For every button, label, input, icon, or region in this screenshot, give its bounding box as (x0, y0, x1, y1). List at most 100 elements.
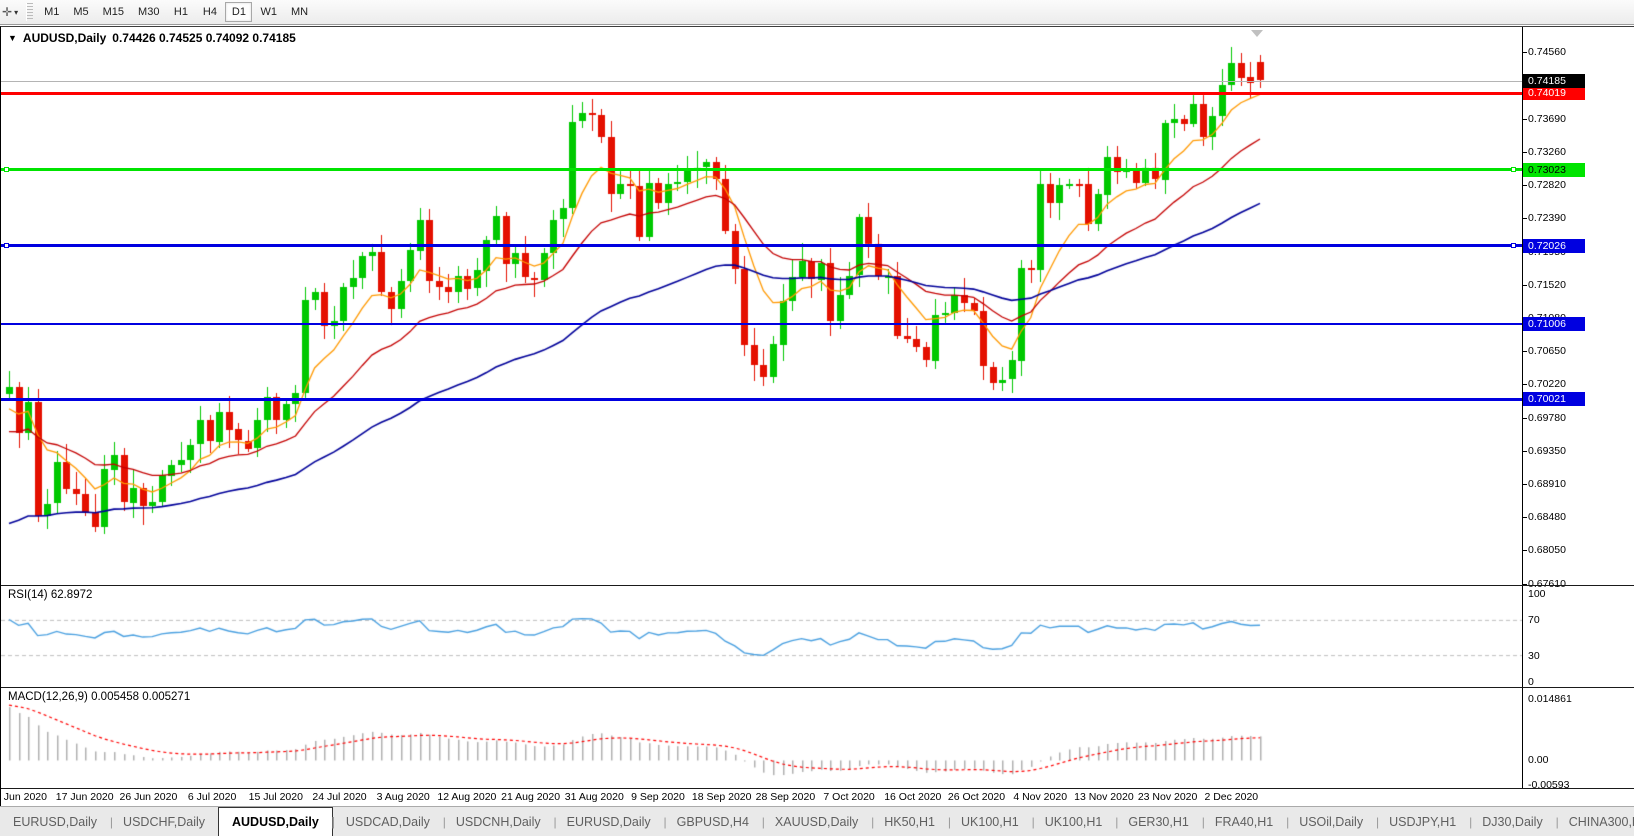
price-tick-label: 0.69780 (1528, 412, 1566, 424)
date-axis-label: 9 Sep 2020 (631, 791, 685, 803)
rsi-label: RSI(14) 62.8972 (8, 589, 92, 601)
chart-tab-usdcad-daily[interactable]: USDCAD,Daily (333, 807, 443, 836)
level-price-badge: 0.72026 (1523, 239, 1585, 253)
current-price-line (1, 81, 1522, 82)
chart-tab-hk50-h1[interactable]: HK50,H1 (871, 807, 948, 836)
price-tick-label: 0.68480 (1528, 511, 1566, 523)
current-price-badge: 0.74185 (1523, 74, 1585, 88)
price-tick-label: 0.68050 (1528, 544, 1566, 556)
date-axis-label: 4 Nov 2020 (1013, 791, 1067, 803)
chart-window: ▼ AUDUSD,Daily 0.74426 0.74525 0.74092 0… (0, 26, 1634, 806)
level-price-badge: 0.71006 (1523, 317, 1585, 331)
date-axis-label: 28 Sep 2020 (756, 791, 816, 803)
price-tick-label: 0.69350 (1528, 445, 1566, 457)
ohlc-values: 0.74426 0.74525 0.74092 0.74185 (112, 31, 296, 45)
line-anchor-handle[interactable] (4, 167, 9, 172)
chart-tab-china300-h1[interactable]: CHINA300,H1 (1556, 807, 1634, 836)
macd-axis-label: 0.014861 (1528, 693, 1572, 705)
chart-title: ▼ AUDUSD,Daily 0.74426 0.74525 0.74092 0… (8, 31, 296, 45)
chart-tab-uk100-h1[interactable]: UK100,H1 (1032, 807, 1116, 836)
price-chart-canvas[interactable] (1, 29, 1522, 586)
timeframe-button-w1[interactable]: W1 (254, 2, 283, 22)
date-axis-label: 31 Aug 2020 (565, 791, 624, 803)
timeframe-button-m1[interactable]: M1 (38, 2, 65, 22)
horizontal-level-line[interactable] (1, 244, 1522, 247)
price-tick-label: 0.73260 (1528, 146, 1566, 158)
cursor-tool-button[interactable]: ✛ ▾ (0, 0, 22, 24)
date-axis-label: 8 Jun 2020 (0, 791, 47, 803)
rsi-axis-label: 30 (1528, 650, 1540, 662)
chart-tab-usdchf-daily[interactable]: USDCHF,Daily (110, 807, 218, 836)
collapse-triangle-icon[interactable]: ▼ (8, 33, 17, 43)
date-axis-label: 21 Aug 2020 (501, 791, 560, 803)
level-price-badge: 0.70021 (1523, 392, 1585, 406)
price-tick-label: 0.72390 (1528, 212, 1566, 224)
timeframe-button-m15[interactable]: M15 (97, 2, 130, 22)
line-anchor-handle[interactable] (1511, 243, 1516, 248)
timeframe-button-h1[interactable]: H1 (167, 2, 194, 22)
level-price-badge: 0.74019 (1523, 86, 1585, 100)
date-axis-label: 12 Aug 2020 (437, 791, 496, 803)
date-axis-label: 17 Jun 2020 (56, 791, 114, 803)
price-tick-label: 0.70220 (1528, 378, 1566, 390)
price-tick-label: 0.68910 (1528, 478, 1566, 490)
chart-tab-xauusd-daily[interactable]: XAUUSD,Daily (762, 807, 871, 836)
line-anchor-handle[interactable] (4, 243, 9, 248)
price-tick-label: 0.71520 (1528, 279, 1566, 291)
date-axis-label: 16 Oct 2020 (884, 791, 941, 803)
chart-tab-usdcnh-daily[interactable]: USDCNH,Daily (443, 807, 554, 836)
date-axis-label: 13 Nov 2020 (1074, 791, 1134, 803)
chart-tab-uk100-h1[interactable]: UK100,H1 (948, 807, 1032, 836)
chart-tab-eurusd-daily[interactable]: EURUSD,Daily (554, 807, 664, 836)
date-axis[interactable]: 8 Jun 202017 Jun 202026 Jun 20206 Jul 20… (1, 789, 1522, 807)
date-axis-label: 23 Nov 2020 (1138, 791, 1198, 803)
date-axis-label: 26 Oct 2020 (948, 791, 1005, 803)
date-axis-label: 24 Jul 2020 (312, 791, 366, 803)
chart-shift-marker[interactable] (1251, 30, 1263, 37)
price-tick-label: 0.70650 (1528, 345, 1566, 357)
horizontal-level-line[interactable] (1, 398, 1522, 401)
macd-label: MACD(12,26,9) 0.005458 0.005271 (8, 691, 190, 703)
chart-tab-eurusd-daily[interactable]: EURUSD,Daily (0, 807, 110, 836)
date-axis-label: 3 Aug 2020 (377, 791, 430, 803)
date-axis-label: 15 Jul 2020 (249, 791, 303, 803)
price-tick-label: 0.73690 (1528, 113, 1566, 125)
toolbar-grip-handle[interactable] (26, 3, 33, 21)
chart-tab-usoil-daily[interactable]: USOil,Daily (1286, 807, 1376, 836)
chart-tab-dj30-daily[interactable]: DJ30,Daily (1469, 807, 1555, 836)
macd-axis-label: -0.00593 (1528, 779, 1569, 791)
chart-tab-bar: EURUSD,DailyUSDCHF,DailyAUDUSD,DailyUSDC… (0, 806, 1634, 836)
line-anchor-handle[interactable] (1511, 167, 1516, 172)
price-tick-label: 0.72820 (1528, 179, 1566, 191)
chart-tab-gbpusd-h4[interactable]: GBPUSD,H4 (664, 807, 762, 836)
price-axis-border (1522, 27, 1523, 788)
date-axis-label: 2 Dec 2020 (1204, 791, 1258, 803)
date-axis-label: 26 Jun 2020 (119, 791, 177, 803)
rsi-indicator-canvas[interactable] (1, 587, 1522, 687)
macd-indicator-canvas[interactable] (1, 689, 1522, 787)
chart-tab-fra40-h1[interactable]: FRA40,H1 (1202, 807, 1286, 836)
main-rsi-divider[interactable] (1, 585, 1634, 586)
symbol-period-label: AUDUSD,Daily (23, 31, 106, 45)
horizontal-level-line[interactable] (1, 92, 1522, 95)
date-axis-label: 18 Sep 2020 (692, 791, 752, 803)
macd-axis-label: 0.00 (1528, 754, 1548, 766)
timeframe-button-d1[interactable]: D1 (225, 2, 252, 22)
horizontal-level-line[interactable] (1, 323, 1522, 325)
date-axis-label: 7 Oct 2020 (823, 791, 874, 803)
timeframe-button-h4[interactable]: H4 (196, 2, 223, 22)
timeframe-button-m5[interactable]: M5 (67, 2, 94, 22)
chevron-down-icon: ▾ (14, 8, 18, 17)
rsi-macd-divider[interactable] (1, 687, 1634, 688)
chart-tab-audusd-daily[interactable]: AUDUSD,Daily (218, 807, 333, 836)
rsi-axis-label: 70 (1528, 614, 1540, 626)
timeframe-button-m30[interactable]: M30 (132, 2, 165, 22)
horizontal-level-line[interactable] (1, 168, 1522, 171)
timeframe-toolbar: ✛ ▾ M1M5M15M30H1H4D1W1MN (0, 0, 1634, 25)
timeframe-button-mn[interactable]: MN (285, 2, 314, 22)
level-price-badge: 0.73023 (1523, 163, 1585, 177)
cursor-crosshair-icon: ✛ (2, 5, 12, 19)
chart-tab-ger30-h1[interactable]: GER30,H1 (1115, 807, 1201, 836)
chart-tab-usdjpy-h1[interactable]: USDJPY,H1 (1376, 807, 1469, 836)
price-tick-label: 0.74560 (1528, 46, 1566, 58)
